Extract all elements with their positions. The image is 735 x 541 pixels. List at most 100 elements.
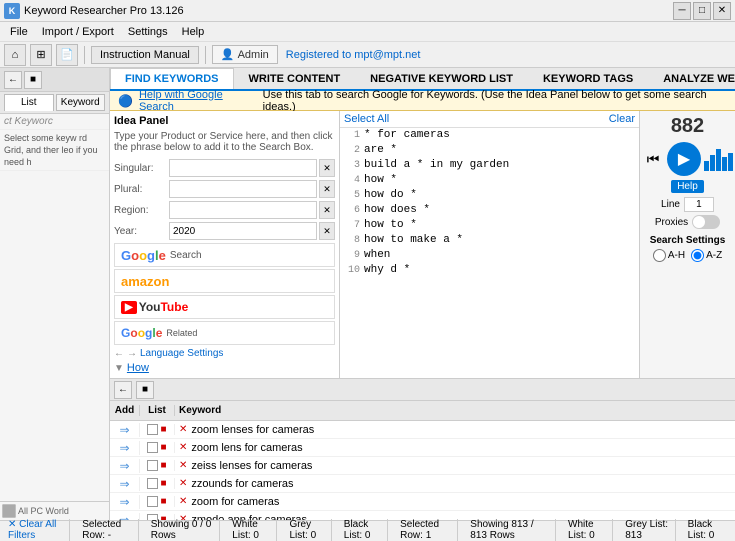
tab-keyword-tags[interactable]: KEYWORD TAGS xyxy=(528,68,648,89)
how-suggestion-row: ▼ How xyxy=(114,362,335,374)
menu-file[interactable]: File xyxy=(4,24,34,40)
admin-button[interactable]: 👤 Admin xyxy=(212,45,278,64)
grid-keyword-1: ✕ zoom lenses for cameras xyxy=(175,424,735,436)
sidebar-toolbar-btn2[interactable]: ■ xyxy=(24,71,42,89)
grid-row-2[interactable]: ⇒ ■ ✕ zoom lens for cameras xyxy=(110,439,735,457)
source-google[interactable]: Google Search xyxy=(114,243,335,267)
delete-icon-1[interactable]: ✕ xyxy=(179,424,187,435)
bar-chart xyxy=(704,147,733,171)
tab-analyze-webpage[interactable]: ANALYZE WEBPAGE xyxy=(648,68,735,89)
checkbox-4[interactable] xyxy=(147,478,158,489)
minimize-button[interactable]: ─ xyxy=(673,2,691,20)
radio-a-z[interactable]: A-Z xyxy=(691,249,722,262)
sidebar-tab-list[interactable]: List xyxy=(4,94,54,111)
help-link[interactable]: Help with Google Search xyxy=(139,89,257,113)
play-button[interactable]: ▶ xyxy=(667,142,701,176)
radio-a-z-label: A-Z xyxy=(706,250,722,261)
document-button[interactable]: 📄 xyxy=(56,44,78,66)
sidebar-footer-text: All PC World xyxy=(18,506,69,516)
suggestion-arrow-right: → xyxy=(127,348,137,359)
plural-clear-btn[interactable]: ✕ xyxy=(319,180,335,198)
idea-panel-description: Type your Product or Service here, and t… xyxy=(114,131,335,153)
menu-settings[interactable]: Settings xyxy=(122,24,174,40)
google-related-logo: Google xyxy=(121,326,162,340)
radio-a-z-input[interactable] xyxy=(691,249,704,262)
skip-back-button[interactable]: ⏮ xyxy=(642,148,664,170)
how-suggestion[interactable]: How xyxy=(127,362,149,374)
bar-5 xyxy=(728,153,733,171)
radio-a-h-input[interactable] xyxy=(653,249,666,262)
kw-num-2: 2 xyxy=(344,143,360,158)
plural-row: Plural: ✕ xyxy=(114,180,335,198)
grid-add-3[interactable]: ⇒ xyxy=(110,459,140,473)
grid-row-5[interactable]: ⇒ ■ ✕ zoom for cameras xyxy=(110,493,735,511)
grid-add-5[interactable]: ⇒ xyxy=(110,495,140,509)
delete-icon-5[interactable]: ✕ xyxy=(179,496,187,507)
source-google-related[interactable]: Google Related xyxy=(114,321,335,345)
grid-col-keyword-header: Keyword xyxy=(175,405,721,416)
menu-help[interactable]: Help xyxy=(176,24,211,40)
maximize-button[interactable]: □ xyxy=(693,2,711,20)
kw-text-8: how to make a * xyxy=(364,233,463,248)
source-youtube[interactable]: ▶ YouTube xyxy=(114,295,335,319)
help-button[interactable]: Help xyxy=(671,180,704,193)
region-clear-btn[interactable]: ✕ xyxy=(319,201,335,219)
grid-toolbar-btn1[interactable]: ← xyxy=(114,381,132,399)
proxies-toggle[interactable] xyxy=(692,215,720,229)
grid-row-1[interactable]: ⇒ ■ ✕ zoom lenses for cameras xyxy=(110,421,735,439)
grid-add-2[interactable]: ⇒ xyxy=(110,441,140,455)
main-area: ← ■ List Keyword ct Keyworc Select some … xyxy=(0,68,735,520)
instruction-manual-button[interactable]: Instruction Manual xyxy=(91,46,199,64)
line-label: Line xyxy=(661,199,680,210)
suggestion-row: ← → Language Settings xyxy=(114,348,335,359)
grid-button[interactable]: ⊞ xyxy=(30,44,52,66)
kw-text-9: when xyxy=(364,248,390,263)
singular-input[interactable] xyxy=(169,159,317,177)
singular-clear-btn[interactable]: ✕ xyxy=(319,159,335,177)
grid-add-4[interactable]: ⇒ xyxy=(110,477,140,491)
checkbox-3[interactable] xyxy=(147,460,158,471)
kw-num-10: 10 xyxy=(344,263,360,278)
grid-row-3[interactable]: ⇒ ■ ✕ zeiss lenses for cameras xyxy=(110,457,735,475)
plural-input[interactable] xyxy=(169,180,317,198)
tab-find-keywords[interactable]: FIND KEYWORDS xyxy=(110,68,234,89)
select-all-link[interactable]: Select All xyxy=(344,113,389,125)
checkbox-2[interactable] xyxy=(147,442,158,453)
region-row: Region: ✕ xyxy=(114,201,335,219)
grid-row-4[interactable]: ⇒ ■ ✕ zzounds for cameras xyxy=(110,475,735,493)
tab-write-content[interactable]: WRITE CONTENT xyxy=(234,68,356,89)
checkbox-1[interactable] xyxy=(147,424,158,435)
close-button[interactable]: ✕ xyxy=(713,2,731,20)
grid-add-1[interactable]: ⇒ xyxy=(110,423,140,437)
menu-import-export[interactable]: Import / Export xyxy=(36,24,120,40)
radio-a-h[interactable]: A-H xyxy=(653,249,685,262)
x-icon-2: ■ xyxy=(160,442,166,453)
year-input[interactable] xyxy=(169,222,317,240)
clear-link[interactable]: Clear xyxy=(609,113,635,125)
keywords-list-header: Select All Clear xyxy=(340,111,639,128)
checkbox-5[interactable] xyxy=(147,496,158,507)
kw-line-5: 5 how do * xyxy=(340,188,639,203)
x-icon-5: ■ xyxy=(160,496,166,507)
line-input[interactable] xyxy=(684,197,714,212)
sidebar-toolbar-btn1[interactable]: ← xyxy=(4,71,22,89)
kw-text-1: * for cameras xyxy=(364,128,450,143)
region-input[interactable] xyxy=(169,201,317,219)
keywords-list-panel: Select All Clear 1 * for cameras 2 are *… xyxy=(340,111,640,378)
user-icon: 👤 xyxy=(221,48,235,61)
sidebar-item-1[interactable]: ct Keyworc xyxy=(0,114,109,130)
language-settings-link[interactable]: Language Settings xyxy=(140,348,223,359)
year-clear-btn[interactable]: ✕ xyxy=(319,222,335,240)
delete-icon-4[interactable]: ✕ xyxy=(179,478,187,489)
singular-row: Singular: ✕ xyxy=(114,159,335,177)
home-button[interactable]: ⌂ xyxy=(4,44,26,66)
kw-line-10: 10 why d * xyxy=(340,263,639,278)
registered-text: Registered to mpt@mpt.net xyxy=(286,49,421,61)
delete-icon-2[interactable]: ✕ xyxy=(179,442,187,453)
source-amazon[interactable]: amazon xyxy=(114,269,335,293)
delete-icon-3[interactable]: ✕ xyxy=(179,460,187,471)
sidebar-tab-keyword[interactable]: Keyword xyxy=(56,94,106,111)
grid-toolbar-btn2[interactable]: ■ xyxy=(136,381,154,399)
grid-keyword-5: ✕ zoom for cameras xyxy=(175,496,735,508)
tab-negative-keyword[interactable]: NEGATIVE KEYWORD LIST xyxy=(355,68,528,89)
